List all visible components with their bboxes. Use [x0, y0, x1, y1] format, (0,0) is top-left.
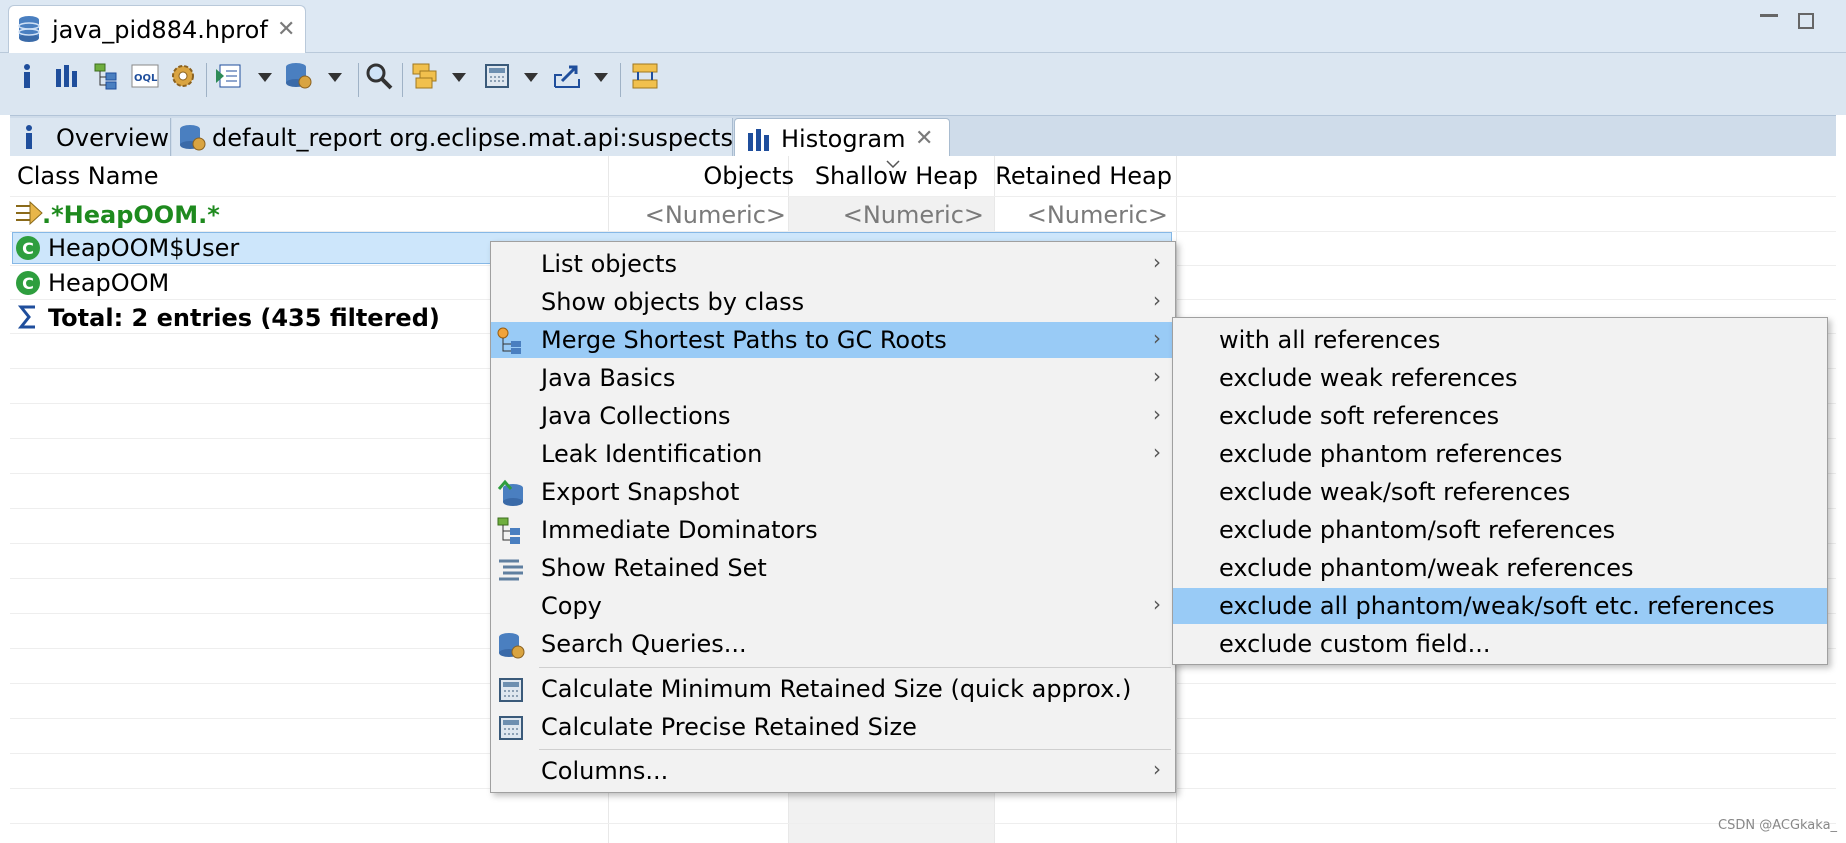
- menu-item-leak-identification[interactable]: Leak Identification ›: [491, 436, 1175, 472]
- histogram-icon: [748, 129, 769, 151]
- calculator-icon: [499, 678, 523, 702]
- context-menu: List objects › Show objects by class › Mer…: [490, 241, 1176, 793]
- submenu-item-exclude-custom-field[interactable]: exclude custom field...: [1173, 626, 1827, 662]
- class-name-filter[interactable]: .*HeapOOM.*: [42, 201, 220, 229]
- tab-histogram[interactable]: Histogram ✕: [734, 118, 950, 157]
- maximize-icon[interactable]: [1798, 13, 1814, 29]
- chevron-right-icon: ›: [1153, 250, 1161, 274]
- menu-item-immediate-dominators[interactable]: Immediate Dominators: [491, 512, 1175, 548]
- submenu-item-exclude-phantom-soft[interactable]: exclude phantom/soft references: [1173, 512, 1827, 548]
- tab-label: Histogram: [781, 125, 906, 153]
- export-icon[interactable]: [552, 61, 582, 91]
- gear-icon[interactable]: [168, 61, 198, 91]
- sum-icon: [18, 305, 35, 329]
- menu-item-show-retained-set[interactable]: Show Retained Set: [491, 550, 1175, 586]
- menu-item-java-collections[interactable]: Java Collections ›: [491, 398, 1175, 434]
- tab-default-report[interactable]: default_report org.eclipse.mat.api:suspe…: [172, 118, 733, 156]
- info-icon: [26, 125, 32, 149]
- sort-descending-icon: [886, 160, 900, 168]
- editor-tab-title: java_pid884.hprof: [52, 16, 268, 44]
- menu-item-show-objects-by-class[interactable]: Show objects by class ›: [491, 284, 1175, 320]
- merge-paths-icon: [497, 327, 521, 354]
- column-header-class-name[interactable]: Class Name: [17, 162, 159, 190]
- compare-icon[interactable]: [630, 61, 660, 91]
- objects-filter[interactable]: <Numeric>: [645, 201, 786, 229]
- heap-dump-query-icon[interactable]: [284, 61, 314, 91]
- info-icon[interactable]: [12, 61, 42, 91]
- tab-overview[interactable]: Overview: [10, 118, 171, 156]
- editor-tab-hprof[interactable]: java_pid884.hprof ✕: [8, 5, 306, 54]
- menu-item-search-queries[interactable]: Search Queries...: [491, 626, 1175, 662]
- inner-tab-strip: Overview default_report org.eclipse.mat.…: [10, 115, 1836, 157]
- submenu-item-exclude-weak[interactable]: exclude weak references: [1173, 360, 1827, 396]
- menu-item-calc-min-retained-size[interactable]: Calculate Minimum Retained Size (quick a…: [491, 671, 1175, 707]
- minimize-icon[interactable]: [1760, 14, 1778, 17]
- tab-label: Overview: [56, 124, 169, 152]
- chevron-right-icon: ›: [1153, 288, 1161, 312]
- close-icon[interactable]: ✕: [277, 17, 295, 42]
- run-report-icon[interactable]: [214, 61, 244, 91]
- submenu-merge-paths: with all references exclude weak referen…: [1172, 317, 1828, 665]
- submenu-item-exclude-phantom[interactable]: exclude phantom references: [1173, 436, 1827, 472]
- dominator-tree-icon[interactable]: [92, 61, 122, 91]
- menu-item-list-objects[interactable]: List objects ›: [491, 246, 1175, 282]
- column-header-retained-heap[interactable]: Retained Heap: [995, 162, 1172, 190]
- shallow-heap-filter[interactable]: <Numeric>: [843, 201, 984, 229]
- menu-item-export-snapshot[interactable]: Export Snapshot: [491, 474, 1175, 510]
- submenu-item-all-references[interactable]: with all references: [1173, 322, 1827, 358]
- menu-item-merge-shortest-paths[interactable]: Merge Shortest Paths to GC Roots ›: [491, 322, 1175, 358]
- group-by-icon[interactable]: [410, 61, 440, 91]
- menu-item-calc-precise-retained-size[interactable]: Calculate Precise Retained Size: [491, 709, 1175, 745]
- submenu-item-exclude-soft[interactable]: exclude soft references: [1173, 398, 1827, 434]
- dominator-tree-icon: [497, 517, 520, 544]
- table-row-class-name[interactable]: HeapOOM: [48, 269, 169, 297]
- menu-item-copy[interactable]: Copy ›: [491, 588, 1175, 624]
- class-icon: C: [16, 271, 40, 295]
- retained-set-icon: [499, 559, 523, 581]
- submenu-item-exclude-phantom-weak[interactable]: exclude phantom/weak references: [1173, 550, 1827, 586]
- export-snapshot-icon: [497, 479, 523, 506]
- menu-item-java-basics[interactable]: Java Basics ›: [491, 360, 1175, 396]
- class-icon: C: [16, 236, 40, 260]
- toolbar: OQL: [0, 53, 1846, 115]
- tab-label: default_report org.eclipse.mat.api:suspe…: [212, 124, 733, 152]
- watermark: CSDN @ACGkaka_: [1718, 818, 1838, 833]
- menu-item-columns[interactable]: Columns... ›: [491, 753, 1175, 789]
- chevron-right-icon: ›: [1153, 440, 1161, 464]
- search-queries-icon: [499, 633, 525, 659]
- heap-dump-icon: [18, 16, 40, 42]
- calculator-icon: [499, 716, 523, 740]
- chevron-right-icon: ›: [1153, 364, 1161, 388]
- report-icon: [180, 125, 206, 151]
- chevron-right-icon: ›: [1153, 757, 1161, 781]
- oql-icon[interactable]: OQL: [130, 61, 160, 91]
- chevron-right-icon: ›: [1153, 592, 1161, 616]
- column-header-objects[interactable]: Objects: [703, 162, 794, 190]
- table-row-class-name[interactable]: HeapOOM$User: [48, 234, 239, 262]
- chevron-right-icon: ›: [1153, 402, 1161, 426]
- chevron-right-icon: ›: [1153, 326, 1161, 350]
- histogram-icon[interactable]: [52, 61, 82, 91]
- search-icon[interactable]: [364, 61, 394, 91]
- svg-text:OQL: OQL: [134, 73, 158, 84]
- submenu-item-exclude-weak-soft[interactable]: exclude weak/soft references: [1173, 474, 1827, 510]
- table-total-row: Total: 2 entries (435 filtered): [48, 304, 440, 332]
- close-icon[interactable]: ✕: [915, 126, 933, 151]
- retained-heap-filter[interactable]: <Numeric>: [1027, 201, 1168, 229]
- submenu-item-exclude-all[interactable]: exclude all phantom/weak/soft etc. refer…: [1173, 588, 1827, 624]
- calculator-icon[interactable]: [482, 61, 512, 91]
